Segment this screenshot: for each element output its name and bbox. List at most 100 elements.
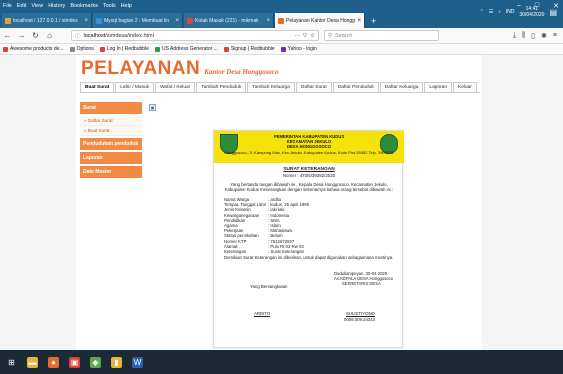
info-icon[interactable]: ⓘ — [75, 32, 81, 40]
library-icon[interactable]: ⫼ — [522, 32, 525, 40]
bookmark-favicon-icon — [3, 46, 8, 52]
sidebar-icon[interactable]: ▯ — [531, 32, 535, 40]
clock[interactable]: 14:41 30/04/2020 — [519, 6, 544, 18]
clock-date: 30/04/2020 — [519, 12, 545, 18]
bookmark-item[interactable]: Log In | Redbubble — [99, 46, 149, 52]
menu-edit[interactable]: Edit — [17, 3, 26, 9]
menu-bookmarks[interactable]: Bookmarks — [70, 3, 98, 9]
taskbar-app-red-icon[interactable]: ▣ — [69, 356, 80, 368]
sidebar-item-laporan[interactable]: Laporan — [80, 152, 142, 164]
browser-tab[interactable]: Mysql bagian 2 : Membuat lin × — [93, 13, 183, 28]
bookmark-item[interactable]: Options — [69, 46, 94, 52]
tab-favicon-icon — [96, 17, 102, 24]
site-container: PELAYANAN Kantor Desa Honggosoco Buat Su… — [76, 55, 482, 350]
tray-chevron-icon[interactable]: ⌃ — [480, 9, 484, 15]
search-placeholder: Search — [335, 32, 353, 39]
page-actions-icon[interactable]: ··· — [294, 33, 300, 39]
hamburger-menu-icon[interactable]: ≡ — [553, 32, 557, 40]
site-menu-item[interactable]: Laporan — [424, 82, 453, 92]
home-icon[interactable]: ⌂ — [45, 31, 54, 40]
page-viewport: PELAYANAN Kantor Desa Honggosoco Buat Su… — [0, 55, 563, 350]
tab-close-icon[interactable]: × — [175, 18, 179, 24]
bookmark-star-icon[interactable]: ☆ — [310, 33, 315, 39]
back-icon[interactable]: ← — [3, 31, 12, 40]
sidebar-item-surat[interactable]: Surat — [80, 102, 142, 114]
network-icon[interactable]: ☰ — [489, 9, 493, 15]
site-menu-item[interactable]: Tambah Penduduk — [196, 82, 247, 92]
tab-title: Pelayanan Kantor Desa Hongg — [286, 17, 355, 24]
site-brand: PELAYANAN Kantor Desa Honggosoco — [81, 58, 279, 80]
bookmark-favicon-icon — [69, 46, 75, 52]
letterhead-line-3: DESA HONGGOSOCO — [286, 144, 332, 149]
search-icon: ⚲ — [328, 32, 333, 39]
field-value: : Surat Keterangan — [268, 249, 305, 255]
menu-tools[interactable]: Tools — [103, 3, 116, 9]
bookmark-favicon-icon — [99, 46, 105, 52]
bookmark-label: Yahoo - login — [287, 46, 317, 52]
bookmark-favicon-icon — [223, 46, 229, 52]
new-tab-button[interactable]: + — [366, 13, 381, 28]
tab-close-icon[interactable]: × — [84, 18, 88, 24]
bookmark-item[interactable]: US Address Generator ... — [154, 46, 218, 52]
taskbar-app-yellow-icon[interactable]: ▮ — [111, 356, 122, 368]
pocket-icon[interactable]: ▽ — [303, 33, 307, 39]
reload-icon[interactable]: ↻ — [31, 31, 40, 40]
field-row: Keterangan: Surat Keterangan — [224, 249, 394, 254]
sidebar-item-buat-surat[interactable]: » Buat Surat — [80, 126, 142, 136]
taskbar-firefox-icon[interactable]: ● — [48, 356, 59, 368]
tab-favicon-icon — [187, 17, 193, 24]
sidebar-item-data-master[interactable]: Data Master — [80, 166, 142, 178]
navigation-bar: ← → ↻ ⌂ ⓘ localhost/simdesa/index.html ·… — [0, 28, 563, 44]
browser-tab[interactable]: localhost / 127.0.0.1 / simdes × — [2, 13, 92, 28]
site-menu-item[interactable]: Wafat / Keluar — [155, 82, 196, 92]
forward-icon[interactable]: → — [17, 31, 26, 40]
taskbar: ⊞ ▬ ● ▣ ◆ ▮ W — [0, 350, 563, 374]
site-menu-item[interactable]: Lahir / Masuk — [115, 82, 155, 92]
taskbar-app-green-icon[interactable]: ◆ — [90, 356, 101, 368]
menu-help[interactable]: Help — [121, 3, 132, 9]
search-input[interactable]: ⚲ Search — [324, 30, 439, 41]
brand-title: PELAYANAN — [81, 58, 201, 79]
site-menu-item[interactable]: Daftar Surat — [295, 82, 332, 92]
site-menu-item[interactable]: Keluar — [453, 82, 477, 92]
tab-close-icon[interactable]: × — [357, 18, 361, 24]
letter-intro: Yang bertanda tangan dibawah ini , Kepal… — [224, 182, 394, 193]
site-menu-item[interactable]: Daftar Keluarga — [379, 82, 424, 92]
bookmark-item[interactable]: Yahoo - login — [280, 46, 317, 52]
bookmark-item[interactable]: Awesome products de... — [3, 46, 64, 52]
sidebar-item-penduduk[interactable]: Pendudukan penduduk — [80, 138, 142, 150]
bookmark-item[interactable]: Signup | Redbubble — [223, 46, 275, 52]
download-icon[interactable]: ⤓ — [513, 32, 516, 40]
yang-bersangkutan-label: Yang Bersangkutan — [250, 284, 288, 289]
url-text[interactable]: localhost/simdesa/index.html — [84, 33, 292, 39]
taskbar-files-icon[interactable]: ▬ — [27, 356, 38, 368]
site-menu-item[interactable]: Daftar Penduduk — [332, 82, 379, 92]
site-menu-item[interactable]: Buat Surat — [80, 82, 115, 92]
menu-file[interactable]: File — [3, 3, 12, 9]
taskbar-word-icon[interactable]: W — [132, 356, 143, 368]
bookmarks-bar: Awesome products de... Options Log In | Re… — [0, 44, 563, 55]
site-menu-item[interactable]: Tambah Keluarga — [247, 82, 295, 92]
menu-view[interactable]: View — [31, 3, 43, 9]
menu-history[interactable]: History — [48, 3, 65, 9]
signer-nip: 0009.009.34343 — [344, 317, 376, 322]
language-indicator[interactable]: IND — [506, 9, 515, 15]
extension-icon[interactable]: ✺ — [541, 32, 547, 40]
tab-close-icon[interactable]: × — [266, 18, 270, 24]
url-bar[interactable]: ⓘ localhost/simdesa/index.html ··· ▽ ☆ — [71, 30, 319, 41]
taskbar-windows-icon[interactable]: ⊞ — [6, 356, 17, 368]
browser-tab[interactable]: Kotak Masuk (221) - mikmak × — [184, 13, 274, 28]
signature-block: Dudukampeyan, 30-04-2020 An.KEPALA DESA … — [334, 271, 400, 286]
notification-icon[interactable]: ▤ — [549, 8, 557, 17]
site-menu: Buat Surat Lahir / Masuk Wafat / Keluar Tam… — [80, 82, 480, 93]
app-menu-bar: File Edit View History Bookmarks Tools Help — [0, 0, 563, 11]
bookmark-label: Awesome products de... — [10, 46, 64, 52]
brand-subtitle: Kantor Desa Honggosoco — [204, 68, 279, 76]
letterhead: PEMERINTAH KABUPATEN KUDUS KECAMATAN JEK… — [214, 131, 404, 163]
sidebar-item-daftar-surat[interactable]: » Daftar Surat — [80, 116, 142, 126]
tab-title: localhost / 127.0.0.1 / simdes — [13, 17, 78, 24]
image-placeholder-icon[interactable]: ▣ — [149, 104, 156, 111]
browser-tab[interactable]: Pelayanan Kantor Desa Hongg × — [275, 13, 365, 28]
bookmark-favicon-icon — [154, 46, 160, 52]
volume-icon[interactable]: ♪ — [498, 9, 501, 15]
